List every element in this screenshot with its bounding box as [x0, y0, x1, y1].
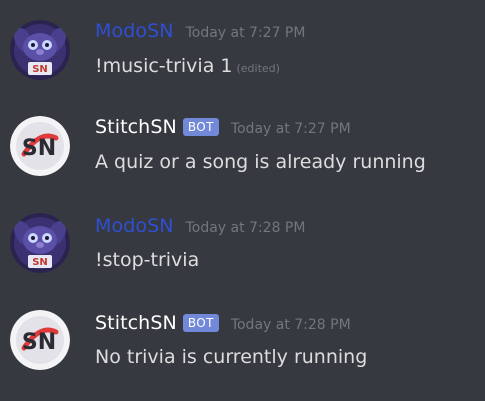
svg-text:SN: SN: [32, 257, 48, 268]
bot-tag: BOT: [182, 314, 219, 332]
timestamp: Today at 7:27 PM: [185, 25, 306, 41]
username[interactable]: ModoSN: [95, 20, 174, 42]
message-content: !stop-trivia: [95, 249, 199, 271]
message-item: SN ModoSN Today at 7:27 PM !music-trivia…: [0, 12, 485, 98]
svg-text:SN: SN: [32, 64, 48, 75]
message-header: StitchSN BOT Today at 7:28 PM: [95, 312, 351, 340]
svg-text:SN: SN: [22, 330, 56, 355]
edited-label: (edited): [236, 62, 280, 75]
bot-tag: BOT: [182, 118, 219, 136]
timestamp: Today at 7:28 PM: [230, 317, 351, 333]
message-content: A quiz or a song is already running: [95, 151, 426, 173]
message-text: !stop-trivia: [95, 249, 200, 271]
username[interactable]: StitchSN: [95, 312, 177, 334]
message-content: !music-trivia 1 (edited): [95, 55, 280, 77]
username[interactable]: StitchSN: [95, 116, 177, 138]
sn-logo-avatar-icon: SN: [10, 116, 70, 176]
username[interactable]: ModoSN: [95, 215, 174, 237]
avatar[interactable]: SN: [10, 116, 70, 176]
stitch-avatar-icon: SN: [10, 213, 70, 273]
svg-text:SN: SN: [22, 136, 56, 161]
message-text: A quiz or a song is already running: [95, 151, 426, 173]
message-header: ModoSN Today at 7:28 PM: [95, 215, 305, 243]
timestamp: Today at 7:27 PM: [230, 121, 351, 137]
message-header: StitchSN BOT Today at 7:27 PM: [95, 116, 351, 144]
message-item: SN StitchSN BOT Today at 7:28 PM No triv…: [0, 302, 485, 388]
message-text: No trivia is currently running: [95, 346, 368, 368]
message-item: SN ModoSN Today at 7:28 PM !stop-trivia: [0, 205, 485, 291]
stitch-avatar-icon: SN: [10, 20, 70, 80]
message-text: !music-trivia 1: [95, 55, 233, 77]
message-content: No trivia is currently running: [95, 346, 367, 368]
avatar[interactable]: SN: [10, 310, 70, 370]
message-header: ModoSN Today at 7:27 PM: [95, 20, 305, 48]
timestamp: Today at 7:28 PM: [185, 220, 306, 236]
avatar[interactable]: SN: [10, 213, 70, 273]
avatar[interactable]: SN: [10, 20, 70, 80]
sn-logo-avatar-icon: SN: [10, 310, 70, 370]
message-item: SN StitchSN BOT Today at 7:27 PM A quiz …: [0, 108, 485, 194]
